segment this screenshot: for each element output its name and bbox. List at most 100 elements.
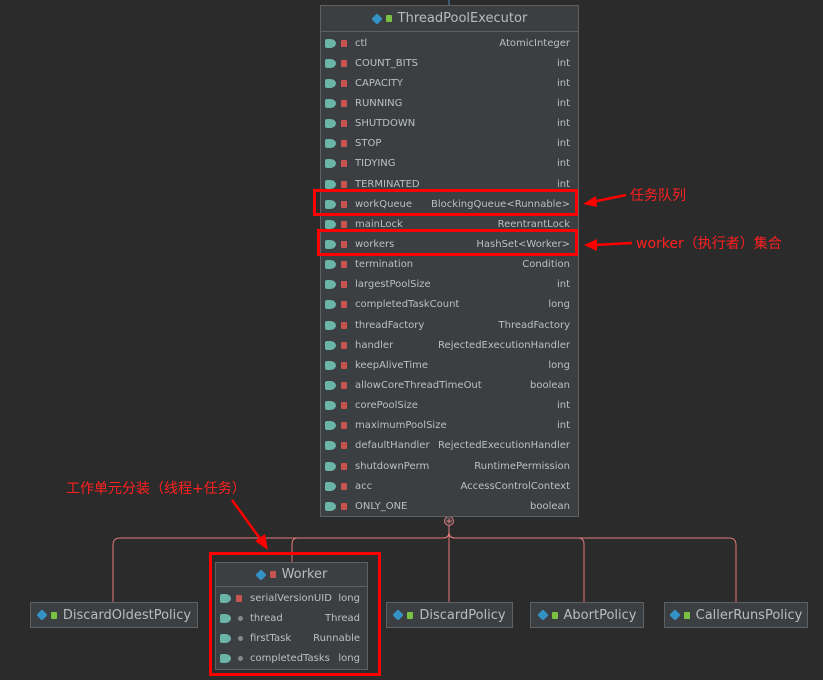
field-type: boolean <box>530 500 570 512</box>
field-icon <box>325 219 355 229</box>
field-type: int <box>556 400 570 412</box>
field-type: long <box>548 359 570 371</box>
field-icon <box>325 481 355 491</box>
field-type: int <box>556 118 570 130</box>
discardoldestpolicy-class[interactable]: DiscardOldestPolicy <box>30 602 198 628</box>
class-name: DiscardOldestPolicy <box>62 607 192 623</box>
field-name: TIDYING <box>355 158 396 170</box>
field-row[interactable]: RUNNING int <box>321 93 578 113</box>
field-type: RejectedExecutionHandler <box>438 339 570 351</box>
field-name: STOP <box>355 138 382 150</box>
field-row[interactable]: handler RejectedExecutionHandler <box>321 335 578 355</box>
field-icon <box>325 340 355 350</box>
field-icon <box>325 78 355 88</box>
field-name: ctl <box>355 37 368 49</box>
field-type: int <box>556 57 570 69</box>
field-name: keepAliveTime <box>355 359 429 371</box>
field-row[interactable]: CAPACITY int <box>321 73 578 93</box>
connector-abort <box>448 526 585 602</box>
field-icon <box>325 159 355 169</box>
class-name: CallerRunsPolicy <box>695 607 803 623</box>
field-row[interactable]: ONLY_ONE boolean <box>321 496 578 516</box>
threadpoolexecutor-class[interactable]: ThreadPoolExecutor ctl AtomicInteger COUNT… <box>320 5 579 517</box>
field-icon <box>325 401 355 411</box>
field-type: ThreadFactory <box>498 319 571 331</box>
field-row[interactable]: maximumPoolSize int <box>321 416 578 436</box>
field-name: maximumPoolSize <box>355 420 447 432</box>
class-header: ThreadPoolExecutor <box>321 6 578 32</box>
field-row[interactable]: termination Condition <box>321 255 578 275</box>
field-type: AtomicInteger <box>499 37 570 49</box>
field-row[interactable]: defaultHandler RejectedExecutionHandler <box>321 436 578 456</box>
field-type: int <box>556 77 570 89</box>
field-icon <box>325 441 355 451</box>
arrow-task-queue <box>591 193 627 204</box>
highlight-workers <box>317 229 578 256</box>
field-name: CAPACITY <box>355 77 404 89</box>
field-row[interactable]: acc AccessControlContext <box>321 476 578 496</box>
field-name: corePoolSize <box>355 400 418 412</box>
field-name: SHUTDOWN <box>355 118 416 130</box>
field-name: shutdownPerm <box>355 460 430 472</box>
class-icon <box>371 12 392 25</box>
field-name: ONLY_ONE <box>355 500 408 512</box>
field-row[interactable]: STOP int <box>321 134 578 154</box>
annotation-task-queue: 任务队列 <box>630 188 686 204</box>
field-name: COUNT_BITS <box>355 57 419 69</box>
field-row[interactable]: SHUTDOWN int <box>321 114 578 134</box>
class-icon <box>536 609 558 621</box>
field-icon <box>325 320 355 330</box>
field-name: defaultHandler <box>355 440 430 452</box>
field-row[interactable]: corePoolSize int <box>321 396 578 416</box>
field-type: Condition <box>522 259 570 271</box>
field-type: int <box>556 138 570 150</box>
field-row[interactable]: ctl AtomicInteger <box>321 33 578 53</box>
field-name: allowCoreThreadTimeOut <box>355 379 482 391</box>
field-row[interactable]: COUNT_BITS int <box>321 53 578 73</box>
field-name: acc <box>355 480 373 492</box>
callerrunspolicy-class[interactable]: CallerRunsPolicy <box>664 602 808 628</box>
class-name: AbortPolicy <box>563 607 637 623</box>
field-type: AccessControlContext <box>460 480 570 492</box>
field-row[interactable]: threadFactory ThreadFactory <box>321 315 578 335</box>
field-type: boolean <box>530 379 570 391</box>
field-row[interactable]: completedTaskCount long <box>321 295 578 315</box>
field-icon <box>325 58 355 68</box>
field-icon <box>325 380 355 390</box>
field-icon <box>325 179 355 189</box>
field-icon <box>325 280 355 290</box>
field-row[interactable]: TIDYING int <box>321 154 578 174</box>
field-type: RejectedExecutionHandler <box>438 440 570 452</box>
field-name: TERMINATED <box>355 178 420 190</box>
class-name: ThreadPoolExecutor <box>397 11 528 26</box>
field-name: threadFactory <box>355 319 425 331</box>
class-name: DiscardPolicy <box>419 607 506 623</box>
connector-callerruns <box>448 526 737 602</box>
field-row[interactable]: largestPoolSize int <box>321 275 578 295</box>
discardpolicy-class[interactable]: DiscardPolicy <box>386 602 513 628</box>
field-icon <box>325 119 355 129</box>
field-type: RuntimePermission <box>474 460 570 472</box>
field-icon <box>325 360 355 370</box>
annotation-worker-set: worker（执行者）集合 <box>636 236 782 252</box>
field-row[interactable]: allowCoreThreadTimeOut boolean <box>321 375 578 395</box>
abortpolicy-class[interactable]: AbortPolicy <box>530 602 644 628</box>
arrow-worker-set <box>593 241 633 247</box>
field-icon <box>325 260 355 270</box>
highlight-worker-class <box>209 552 381 676</box>
field-name: RUNNING <box>355 97 403 109</box>
field-type: int <box>556 158 570 170</box>
class-icon <box>392 609 414 621</box>
annotation-worker-unit: 工作单元分装（线程+任务） <box>66 481 246 497</box>
field-name: termination <box>355 259 414 271</box>
field-icon <box>325 421 355 431</box>
field-type: long <box>548 299 570 311</box>
field-list: ctl AtomicInteger COUNT_BITS int CAPACITY int… <box>321 32 578 516</box>
field-icon <box>325 98 355 108</box>
field-type: int <box>556 97 570 109</box>
field-icon <box>325 461 355 471</box>
field-icon <box>325 38 355 48</box>
field-row[interactable]: keepAliveTime long <box>321 355 578 375</box>
arrow-worker-unit <box>230 499 263 541</box>
field-row[interactable]: shutdownPerm RuntimePermission <box>321 456 578 476</box>
